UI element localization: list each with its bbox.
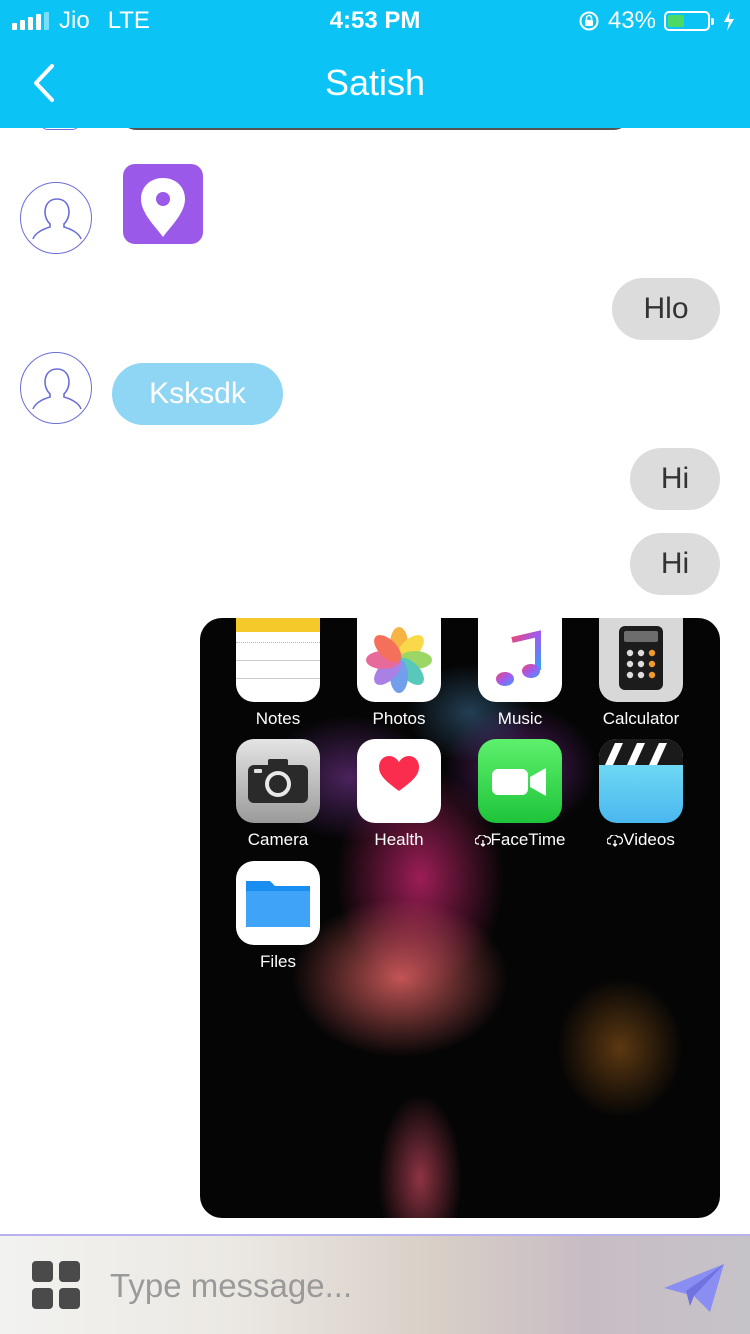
user-silhouette-icon [32, 198, 82, 240]
message-text: Hi [660, 547, 690, 580]
send-button[interactable] [660, 1260, 728, 1316]
message-text: Hlo [643, 292, 689, 325]
app-videos: Videos [581, 739, 701, 850]
music-icon [478, 618, 562, 702]
facetime-icon [478, 739, 562, 823]
app-notes: Notes [218, 618, 338, 729]
app-files: Files [218, 861, 338, 972]
message-composer [0, 1234, 750, 1334]
cropped-avatar-edge [40, 128, 80, 130]
app-calculator: Calculator [581, 618, 701, 729]
status-bar: Jio LTE 4:53 PM 43% [0, 0, 750, 40]
notes-icon [236, 618, 320, 702]
attachment-menu-button[interactable] [32, 1261, 80, 1309]
message-bubble-outgoing[interactable]: Hi [630, 448, 720, 510]
calculator-icon [599, 618, 683, 702]
battery-icon [664, 11, 714, 31]
message-bubble-incoming[interactable]: Ksksdk [112, 363, 283, 425]
photos-icon [357, 618, 441, 702]
battery-percentage: 43% [607, 7, 656, 34]
grid-icon [32, 1261, 53, 1282]
cropped-message-edge [120, 128, 630, 130]
message-input[interactable] [110, 1258, 630, 1314]
charging-bolt-icon [724, 11, 734, 31]
chat-title: Satish [324, 62, 426, 103]
app-music: Music [460, 618, 580, 729]
contact-avatar[interactable] [20, 182, 92, 254]
message-bubble-outgoing[interactable]: Hlo [612, 278, 720, 340]
health-icon [357, 739, 441, 823]
message-bubble-outgoing[interactable]: Hi [630, 533, 720, 595]
location-message[interactable] [123, 164, 203, 244]
cloud-download-icon [473, 833, 491, 847]
app-photos: Photos [339, 618, 459, 729]
files-icon [236, 861, 320, 945]
message-text: Ksksdk [149, 377, 246, 410]
app-health: Health [339, 739, 459, 850]
camera-icon [236, 739, 320, 823]
app-facetime: FaceTime [460, 739, 580, 850]
app-camera: Camera [218, 739, 338, 850]
location-pin-icon [141, 178, 185, 237]
navigation-bar: Satish [0, 40, 750, 128]
videos-icon [599, 739, 683, 823]
image-message[interactable]: Notes Photos Music Calculator Camera Hea… [200, 618, 720, 1218]
message-list[interactable]: Hlo Ksksdk Hi Hi Notes Photos Music Calc… [0, 128, 750, 1234]
user-silhouette-icon [32, 368, 82, 410]
contact-avatar[interactable] [20, 352, 92, 424]
message-text: Hi [660, 462, 690, 495]
cloud-download-icon [606, 833, 624, 847]
paper-plane-icon [664, 1264, 724, 1312]
orientation-lock-icon [579, 11, 599, 31]
